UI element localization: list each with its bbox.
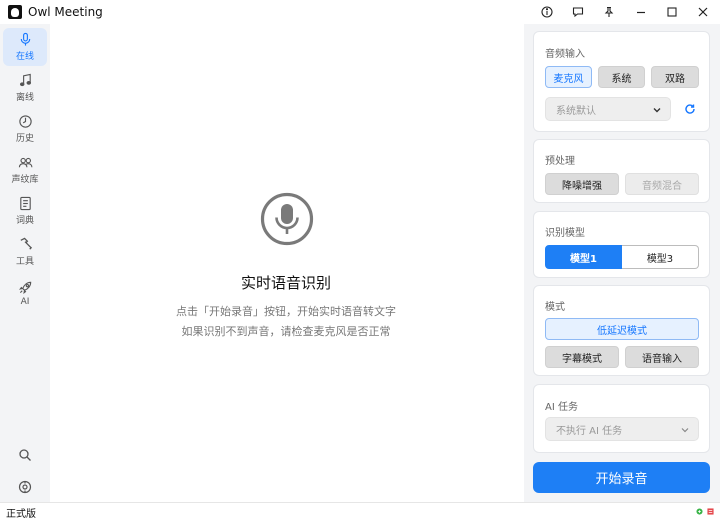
music-note-icon <box>19 73 31 87</box>
search-icon[interactable] <box>12 444 38 466</box>
hammer-icon <box>20 237 32 250</box>
ai-task-title: AI 任务 <box>545 402 578 413</box>
pin-icon[interactable] <box>600 3 618 21</box>
app-title: Owl Meeting <box>28 5 103 19</box>
main-content <box>50 24 524 502</box>
system-source-button[interactable]: 系统 <box>598 66 645 88</box>
rocket-icon <box>18 281 31 294</box>
sidebar-item-label: 在线 <box>15 52 34 62</box>
sidebar-item-online[interactable]: 在线 <box>3 28 47 66</box>
ai-task-card: AI 任务 不执行 AI 任务 <box>533 384 710 453</box>
close-icon[interactable] <box>694 3 712 21</box>
mic-source-button[interactable]: 麦克风 <box>545 66 592 88</box>
model-3-tab[interactable]: 模型3 <box>622 245 699 269</box>
low-latency-mode-button[interactable]: 低延迟模式 <box>545 318 699 340</box>
sidebar-item-label: 声纹库 <box>11 175 39 185</box>
sidebar-item-label: 工具 <box>15 257 34 267</box>
ai-task-select[interactable]: 不执行 AI 任务 <box>545 417 699 441</box>
subtitle-mode-button[interactable]: 字幕模式 <box>545 346 619 368</box>
sidebar-item-voiceprint[interactable]: 声纹库 <box>3 151 47 189</box>
model-title: 识别模型 <box>545 228 585 239</box>
preprocess-card: 预处理 降噪增强 音频混合 <box>533 139 710 203</box>
chevron-down-icon <box>681 428 689 433</box>
hint-line-1: 点击「开始录音」按钮，开始实时语音转文字 <box>176 305 396 318</box>
sidebar-item-offline[interactable]: 离线 <box>3 69 47 107</box>
maximize-icon[interactable] <box>663 3 681 21</box>
voice-input-button[interactable]: 语音输入 <box>625 346 699 368</box>
hint-line-2: 如果识别不到声音，请检查麦克风是否正常 <box>181 325 391 338</box>
status-error-icon <box>707 508 714 515</box>
sidebar-item-label: AI <box>20 296 30 307</box>
preprocess-title: 预处理 <box>545 156 575 167</box>
clock-icon <box>18 115 32 128</box>
edition-label: 正式版 <box>6 509 36 520</box>
sidebar-item-history[interactable]: 历史 <box>3 110 47 148</box>
chevron-down-icon <box>653 108 661 113</box>
model-1-tab[interactable]: 模型1 <box>545 245 622 269</box>
book-icon <box>19 196 31 211</box>
sidebar-item-label: 离线 <box>15 93 34 103</box>
audio-mix-button[interactable]: 音频混合 <box>625 173 699 195</box>
title-bar: Owl Meeting <box>0 0 720 24</box>
refresh-icon[interactable] <box>684 103 696 115</box>
dual-source-button[interactable]: 双路 <box>651 66 699 88</box>
start-recording-button[interactable]: 开始录音 <box>533 462 710 493</box>
mode-title: 模式 <box>545 302 565 313</box>
chat-icon[interactable] <box>569 3 587 21</box>
mode-card: 模式 低延迟模式 字幕模式 语音输入 <box>533 285 710 376</box>
device-select-value: 系统默认 <box>556 105 596 117</box>
page-title: 实时语音识别 <box>240 274 331 292</box>
audio-input-card: 音频输入 麦克风 系统 双路 系统默认 <box>533 31 710 132</box>
status-bar: 正式版 <box>0 502 720 520</box>
audio-input-title: 音频输入 <box>545 49 585 60</box>
model-card: 识别模型 模型1 模型3 <box>533 211 710 278</box>
sidebar-item-ai[interactable]: AI <box>3 274 47 312</box>
microphone-icon <box>20 32 30 46</box>
ai-task-select-value: 不执行 AI 任务 <box>556 425 623 437</box>
minimize-icon[interactable] <box>632 3 650 21</box>
device-select[interactable]: 系统默认 <box>545 97 671 121</box>
sidebar-item-label: 历史 <box>15 134 34 144</box>
settings-icon[interactable] <box>12 476 38 498</box>
sidebar-item-label: 词典 <box>15 216 34 226</box>
microphone-circle-icon <box>260 192 314 246</box>
sidebar-item-dictionary[interactable]: 词典 <box>3 192 47 230</box>
info-icon[interactable] <box>538 3 556 21</box>
owl-logo-icon <box>8 5 22 19</box>
users-icon <box>18 157 32 168</box>
denoise-button[interactable]: 降噪增强 <box>545 173 619 195</box>
sidebar-item-tools[interactable]: 工具 <box>3 233 47 271</box>
status-ok-icon <box>696 508 703 515</box>
